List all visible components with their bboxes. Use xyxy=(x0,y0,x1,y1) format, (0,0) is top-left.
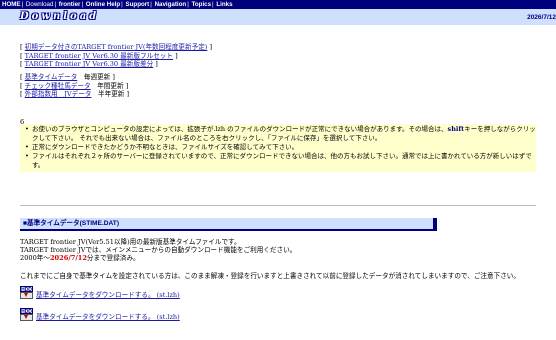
note-item: お使いのブラウザとコンピュータの設定によっては、拡張子が.lzh のファイルのダ… xyxy=(25,125,536,143)
hdd-download-icon: HDD xyxy=(20,286,33,299)
download-notes: お使いのブラウザとコンピュータの設定によっては、拡張子が.lzh のファイルのダ… xyxy=(20,124,536,172)
section-title: ■基準タイムデータ(STIME.DAT) xyxy=(20,218,437,231)
nav-online-help[interactable]: Online Help xyxy=(86,1,120,8)
registered-date: 2026/7/12 xyxy=(49,254,87,262)
stime-download-link-1[interactable]: 基準タイムデータをダウンロードする。 (st.lzh) xyxy=(36,289,180,299)
download-row: HDD 基準タイムデータをダウンロードする。 (st.lzh) xyxy=(20,308,180,321)
nav-separator: | xyxy=(150,1,152,8)
list-item: [ 外部指数用 JVデータ 半年更新 ] xyxy=(20,90,130,98)
hdd-download-icon: HDD xyxy=(20,308,33,321)
section-divider xyxy=(20,205,536,206)
overwrite-warning: これまでにご自身で基準タイムを設定されている方は、このまま解凍・登録を行いますと… xyxy=(20,272,520,280)
page-header: Download 2026/7/12 xyxy=(0,9,556,25)
download-row: HDD 基準タイムデータをダウンロードする。 (st.lzh) xyxy=(20,286,180,299)
description-line: TARGET frontier JVでは、メインメニューからの自動ダウンロード機… xyxy=(20,246,297,254)
note-item: ファイルはそれぞれ２ヶ所のサーバーに登録されていますので、正常にダウンロードでき… xyxy=(25,152,536,170)
section-description: TARGET frontier JV(Ver5.51以降)用の最新版基準タイムフ… xyxy=(20,238,296,262)
list-item: [ 基準タイムデータ 毎週更新 ] xyxy=(20,73,115,81)
stime-download-link-2[interactable]: 基準タイムデータをダウンロードする。 (st.lzh) xyxy=(36,311,180,321)
nav-home[interactable]: HOME xyxy=(2,1,21,8)
link-stime-data[interactable]: 基準タイムデータ xyxy=(25,73,78,81)
list-item: [ チェック種牡馬データ 年間更新 ] xyxy=(20,81,129,90)
nav-links[interactable]: Links xyxy=(216,1,232,8)
nav-separator: | xyxy=(121,1,123,8)
nav-separator: | xyxy=(81,1,84,8)
update-frequency: 毎週更新 xyxy=(83,73,111,81)
top-nav: HOME| Download| frontier| Online Help| S… xyxy=(0,0,556,9)
link-check-stallion-data[interactable]: チェック種牡馬データ xyxy=(25,82,91,90)
nav-separator: | xyxy=(187,1,189,8)
nav-separator: | xyxy=(212,1,214,8)
update-frequency: 年間更新 xyxy=(97,81,124,90)
download-link-initial-data[interactable]: 初期データ付きのTARGET frontier JV(年数回程度更新予定) xyxy=(25,43,208,51)
list-item: [ TARGET frontier JV Ver6.30 最新版差分 ] xyxy=(20,60,158,68)
list-item: [ TARGET frontier JV Ver6.30 最新版フルセット ] xyxy=(20,51,178,60)
link-external-index-data[interactable]: 外部指数用 JVデータ xyxy=(25,90,92,98)
data-link-list: [ 基準タイムデータ 毎週更新 ] [ チェック種牡馬データ 年間更新 ] [ … xyxy=(20,73,129,99)
nav-frontier[interactable]: frontier xyxy=(59,1,81,8)
list-item: [ 初期データ付きのTARGET frontier JV(年数回程度更新予定) … xyxy=(20,43,213,51)
nav-navigation[interactable]: Navigation xyxy=(155,1,187,8)
software-download-list: [ 初期データ付きのTARGET frontier JV(年数回程度更新予定) … xyxy=(20,43,212,69)
update-frequency: 半年更新 xyxy=(98,90,125,98)
nav-topics[interactable]: Topics xyxy=(192,1,211,8)
nav-download[interactable]: Download xyxy=(26,1,54,8)
download-logo: Download xyxy=(20,11,100,22)
note-item: 正常にダウンロードできたかどうか不明なときは、ファイルサイズを確認してみて下さい… xyxy=(25,143,536,152)
header-date: 2026/7/12 xyxy=(527,14,556,21)
download-link-full-set[interactable]: TARGET frontier JV Ver6.30 最新版フルセット xyxy=(25,52,173,60)
nav-separator: | xyxy=(54,1,57,8)
description-line: 2000年～2026/7/12分まで登録済み。 xyxy=(20,254,140,262)
description-line: TARGET frontier JV(Ver5.51以降)用の最新版基準タイムフ… xyxy=(20,238,241,246)
shift-key-label: shift xyxy=(447,125,465,133)
download-link-diff[interactable]: TARGET frontier JV Ver6.30 最新版差分 xyxy=(25,60,154,68)
nav-support[interactable]: Support xyxy=(126,1,150,8)
nav-separator: | xyxy=(21,1,24,8)
